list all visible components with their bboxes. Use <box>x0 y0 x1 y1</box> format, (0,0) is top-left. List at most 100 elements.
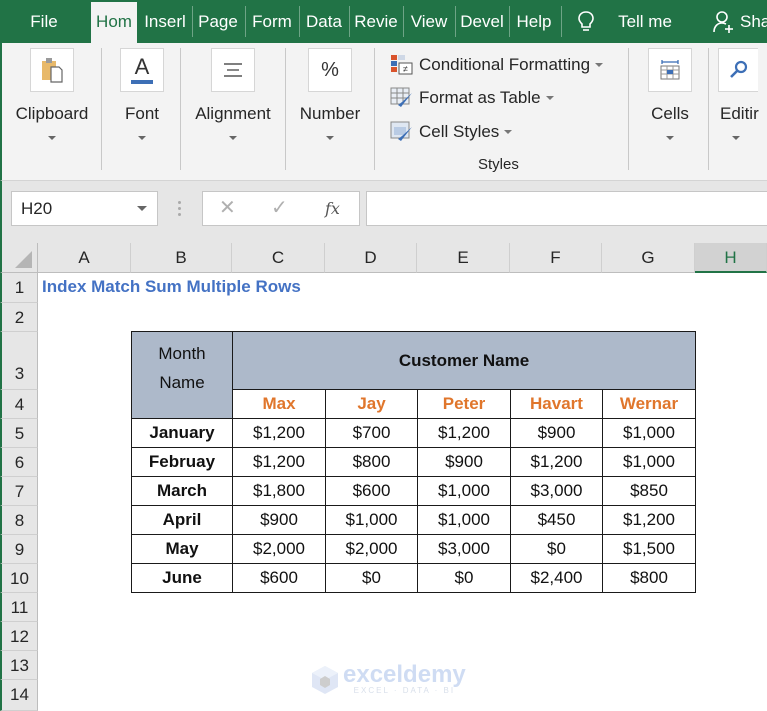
value-cell[interactable]: $900 <box>417 447 511 477</box>
column-header-c[interactable]: C <box>232 243 325 273</box>
value-cell[interactable]: $1,000 <box>602 418 696 448</box>
lightbulb-icon[interactable] <box>577 10 595 34</box>
row-header-13[interactable]: 13 <box>0 651 38 680</box>
value-cell[interactable]: $1,000 <box>417 505 511 535</box>
formula-bar-resize-handle[interactable] <box>178 201 181 217</box>
value-cell[interactable]: $0 <box>417 563 511 593</box>
value-cell[interactable]: $0 <box>510 534 603 564</box>
format-as-table-button[interactable]: Format as Table <box>390 85 554 111</box>
value-cell[interactable]: $1,200 <box>232 418 326 448</box>
month-name-header[interactable]: Month Name <box>131 331 233 419</box>
row-header-8[interactable]: 8 <box>0 506 38 535</box>
row-header-6[interactable]: 6 <box>0 448 38 477</box>
tab-data[interactable]: Data <box>301 0 347 43</box>
tab-file[interactable]: File <box>0 0 88 43</box>
customer-header-cell[interactable]: Peter <box>417 389 511 419</box>
select-all-button[interactable] <box>0 243 38 273</box>
row-header-14[interactable]: 14 <box>0 680 38 711</box>
tab-review[interactable]: Revie <box>351 0 401 43</box>
month-cell[interactable]: Februay <box>131 447 233 477</box>
row-header-4[interactable]: 4 <box>0 390 38 419</box>
alignment-button[interactable] <box>211 48 255 92</box>
tab-help[interactable]: Help <box>511 0 557 43</box>
clipboard-button[interactable] <box>30 48 74 92</box>
value-cell[interactable]: $900 <box>510 418 603 448</box>
column-header-d[interactable]: D <box>325 243 417 273</box>
value-cell[interactable]: $1,200 <box>232 447 326 477</box>
customer-header-cell[interactable]: Havart <box>510 389 603 419</box>
customer-header-cell[interactable]: Jay <box>325 389 418 419</box>
row-header-12[interactable]: 12 <box>0 622 38 651</box>
cells-group[interactable]: Cells <box>638 48 702 140</box>
value-cell[interactable]: $450 <box>510 505 603 535</box>
tell-me-search[interactable]: Tell me <box>610 0 680 43</box>
alignment-group[interactable]: Alignment <box>188 48 278 140</box>
value-cell[interactable]: $2,400 <box>510 563 603 593</box>
value-cell[interactable]: $700 <box>325 418 418 448</box>
value-cell[interactable]: $1,200 <box>602 505 696 535</box>
month-cell[interactable]: April <box>131 505 233 535</box>
name-box[interactable]: H20 <box>11 191 158 226</box>
row-header-10[interactable]: 10 <box>0 564 38 593</box>
tab-page-layout[interactable]: Page <box>194 0 242 43</box>
row-header-5[interactable]: 5 <box>0 419 38 448</box>
sheet-title-cell[interactable]: Index Match Sum Multiple Rows <box>42 277 301 297</box>
conditional-formatting-button[interactable]: ≠ Conditional Formatting <box>390 52 604 78</box>
font-group[interactable]: A Font <box>109 48 175 140</box>
customer-header-cell[interactable]: Max <box>232 389 326 419</box>
month-cell[interactable]: March <box>131 476 233 506</box>
cells-button[interactable] <box>648 48 692 92</box>
column-header-g[interactable]: G <box>602 243 695 273</box>
cancel-icon[interactable]: ✕ <box>219 192 236 225</box>
column-header-h[interactable]: H <box>695 243 767 273</box>
row-header-11[interactable]: 11 <box>0 593 38 622</box>
value-cell[interactable]: $900 <box>232 505 326 535</box>
share-button[interactable]: Sha <box>740 0 767 43</box>
value-cell[interactable]: $3,000 <box>510 476 603 506</box>
font-button[interactable]: A <box>120 48 164 92</box>
value-cell[interactable]: $1,500 <box>602 534 696 564</box>
tab-insert[interactable]: Inserl <box>140 0 190 43</box>
row-header-1[interactable]: 1 <box>0 273 38 303</box>
tab-view[interactable]: View <box>405 0 453 43</box>
value-cell[interactable]: $1,800 <box>232 476 326 506</box>
customer-header-cell[interactable]: Wernar <box>602 389 696 419</box>
cell-styles-button[interactable]: Cell Styles <box>390 119 513 145</box>
value-cell[interactable]: $600 <box>325 476 418 506</box>
column-header-a[interactable]: A <box>38 243 131 273</box>
tab-home[interactable]: Hom <box>91 2 137 43</box>
row-header-3[interactable]: 3 <box>0 332 38 390</box>
row-header-7[interactable]: 7 <box>0 477 38 506</box>
value-cell[interactable]: $800 <box>325 447 418 477</box>
value-cell[interactable]: $1,200 <box>510 447 603 477</box>
value-cell[interactable]: $3,000 <box>417 534 511 564</box>
month-cell[interactable]: June <box>131 563 233 593</box>
value-cell[interactable]: $1,000 <box>325 505 418 535</box>
enter-icon[interactable]: ✓ <box>271 192 288 225</box>
value-cell[interactable]: $850 <box>602 476 696 506</box>
value-cell[interactable]: $800 <box>602 563 696 593</box>
insert-function-icon[interactable]: fx <box>325 192 340 225</box>
number-group[interactable]: % Number <box>292 48 368 140</box>
value-cell[interactable]: $2,000 <box>325 534 418 564</box>
value-cell[interactable]: $1,200 <box>417 418 511 448</box>
column-header-f[interactable]: F <box>510 243 602 273</box>
formula-input[interactable] <box>366 191 767 226</box>
month-cell[interactable]: January <box>131 418 233 448</box>
share-user-icon[interactable] <box>713 10 735 34</box>
value-cell[interactable]: $1,000 <box>417 476 511 506</box>
value-cell[interactable]: $600 <box>232 563 326 593</box>
column-header-e[interactable]: E <box>417 243 510 273</box>
tab-developer[interactable]: Devel <box>457 0 507 43</box>
row-header-2[interactable]: 2 <box>0 303 38 332</box>
customer-name-header[interactable]: Customer Name <box>232 331 696 390</box>
editing-group[interactable]: Editir <box>718 48 767 140</box>
clipboard-group[interactable]: Clipboard <box>12 48 92 140</box>
chevron-down-icon[interactable] <box>137 206 147 211</box>
value-cell[interactable]: $2,000 <box>232 534 326 564</box>
column-header-b[interactable]: B <box>131 243 232 273</box>
month-cell[interactable]: May <box>131 534 233 564</box>
tab-formulas[interactable]: Form <box>247 0 297 43</box>
number-button[interactable]: % <box>308 48 352 92</box>
row-header-9[interactable]: 9 <box>0 535 38 564</box>
